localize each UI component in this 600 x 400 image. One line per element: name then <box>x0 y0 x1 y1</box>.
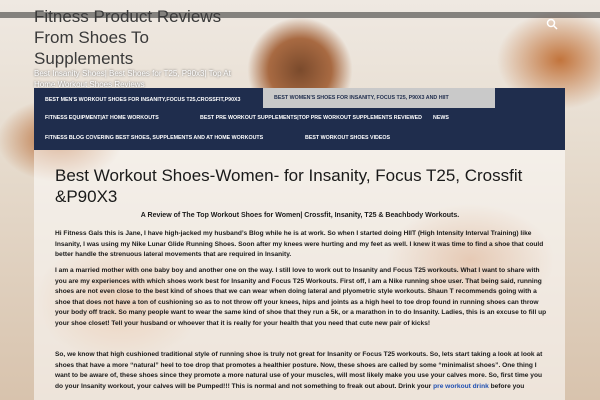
paragraph-text: before you <box>488 382 525 390</box>
nav-item-workout-videos[interactable]: BEST WORKOUT SHOES VIDEOS <box>294 128 444 148</box>
nav-item-pre-workout-supplements[interactable]: BEST PRE WORKOUT SUPPLEMENTS|TOP PRE WOR… <box>189 108 424 128</box>
nav-item-news[interactable]: NEWS <box>422 108 462 128</box>
post-paragraph: So, we know that high cushioned traditio… <box>55 350 550 392</box>
pre-workout-drink-link[interactable]: pre workout drink <box>433 383 489 390</box>
site-title[interactable]: Fitness Product Reviews From Shoes To Su… <box>34 6 244 69</box>
nav-item-womens-shoes[interactable]: BEST WOMEN'S SHOES FOR INSANITY, FOCUS T… <box>263 88 495 108</box>
search-icon[interactable] <box>546 17 558 30</box>
main-navigation: BEST MEN'S WORKOUT SHOES FOR INSANITY,FO… <box>34 88 565 150</box>
nav-item-fitness-blog[interactable]: FITNESS BLOG COVERING BEST SHOES, SUPPLE… <box>34 128 284 148</box>
site-description: Best Insanity Shoes| Best Shoes for T25,… <box>34 69 231 89</box>
post-paragraph: I am a married mother with one baby boy … <box>55 267 547 327</box>
post-paragraph: Hi Fitness Gals this is Jane, I have hig… <box>55 230 544 258</box>
nav-item-mens-shoes[interactable]: BEST MEN'S WORKOUT SHOES FOR INSANITY,FO… <box>34 90 262 110</box>
post-title: Best Workout Shoes-Women- for Insanity, … <box>55 166 523 206</box>
post-content: Best Workout Shoes-Women- for Insanity, … <box>34 150 565 400</box>
nav-item-fitness-equipment[interactable]: FITNESS EQUIPMENT|AT HOME WORKOUTS <box>34 108 184 128</box>
post-subheading: A Review of The Top Workout Shoes for Wo… <box>140 212 460 219</box>
